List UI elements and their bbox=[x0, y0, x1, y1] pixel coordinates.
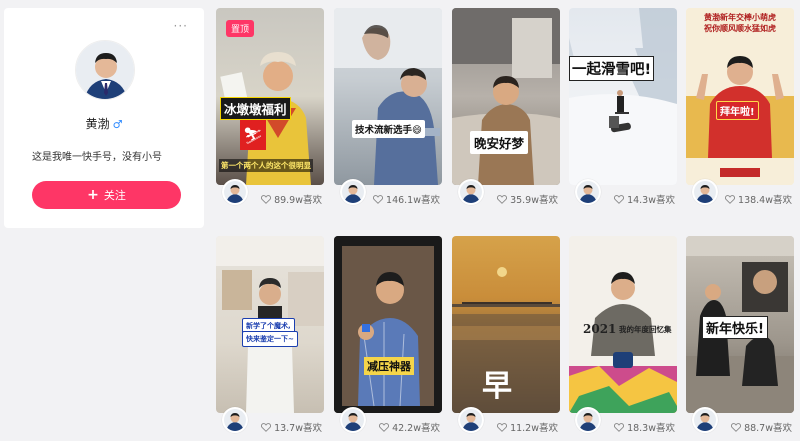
like-count-text: 88.7w喜欢 bbox=[744, 423, 792, 434]
author-avatar[interactable] bbox=[340, 179, 366, 205]
video-card[interactable]: 技术流新选手😄 146.1w喜欢 bbox=[334, 8, 442, 210]
video-overlay-text: 拜年啦! bbox=[716, 101, 759, 120]
heart-icon bbox=[373, 194, 384, 204]
video-subtitle: 我的年度回忆集 bbox=[619, 325, 672, 334]
video-card[interactable]: ⛷ 置顶 冰墩墩福利 第一个两个人的这个很明显 89.9w喜欢 bbox=[216, 8, 324, 210]
video-caption: 冰墩墩福利 bbox=[220, 97, 291, 120]
author-avatar[interactable] bbox=[458, 179, 484, 205]
like-count: 42.2w喜欢 bbox=[379, 420, 440, 434]
author-avatar[interactable] bbox=[575, 407, 601, 433]
video-caption: 晚安好梦 bbox=[470, 131, 529, 154]
video-thumbnail[interactable]: ⛷ 置顶 冰墩墩福利 第一个两个人的这个很明显 bbox=[216, 8, 324, 185]
pinned-badge: 置顶 bbox=[226, 20, 255, 37]
video-thumbnail[interactable]: 技术流新选手😄 bbox=[334, 8, 442, 185]
video-subtitle: 快来鉴定一下~ bbox=[242, 331, 298, 347]
video-footer: 138.4w喜欢 bbox=[686, 179, 794, 210]
like-count: 138.4w喜欢 bbox=[725, 192, 792, 206]
heart-icon bbox=[261, 194, 272, 204]
male-icon: ♂ bbox=[112, 118, 123, 131]
like-count: 18.3w喜欢 bbox=[614, 420, 675, 434]
like-count-text: 146.1w喜欢 bbox=[386, 195, 440, 206]
video-card[interactable]: 早 11.2w喜欢 bbox=[452, 236, 560, 438]
avatar[interactable] bbox=[75, 40, 135, 100]
video-caption: 技术流新选手😄 bbox=[352, 120, 425, 138]
author-avatar[interactable] bbox=[575, 179, 601, 205]
like-count-text: 11.2w喜欢 bbox=[510, 423, 558, 434]
video-thumbnail[interactable]: 减压神器 bbox=[334, 236, 442, 413]
plus-icon: + bbox=[87, 187, 99, 203]
video-subtitle: 第一个两个人的这个很明显 bbox=[219, 159, 313, 172]
video-footer: 146.1w喜欢 bbox=[334, 179, 442, 210]
like-count: 146.1w喜欢 bbox=[373, 192, 440, 206]
heart-icon bbox=[614, 194, 625, 204]
video-card[interactable]: 新年快乐! 88.7w喜欢 bbox=[686, 236, 794, 438]
video-caption: 一起滑雪吧! bbox=[569, 56, 655, 81]
video-thumbnail[interactable]: 一起滑雪吧! bbox=[569, 8, 677, 185]
like-count: 88.7w喜欢 bbox=[731, 420, 792, 434]
video-footer: 88.7w喜欢 bbox=[686, 407, 794, 438]
heart-icon bbox=[497, 194, 508, 204]
more-dots-icon[interactable]: ··· bbox=[174, 20, 188, 32]
video-thumbnail[interactable]: 2021 我的年度回忆集 bbox=[569, 236, 677, 413]
video-thumbnail[interactable]: 早 bbox=[452, 236, 560, 413]
video-subtitle: 祝你顺风顺水猛如虎 bbox=[704, 24, 776, 33]
follow-button[interactable]: + 关注 bbox=[32, 181, 181, 209]
heart-icon bbox=[261, 422, 272, 432]
author-avatar[interactable] bbox=[222, 407, 248, 433]
like-count-text: 35.9w喜欢 bbox=[510, 195, 558, 206]
video-thumbnail[interactable]: 黄渤新年交棒小萌虎 祝你顺风顺水猛如虎 拜年啦! bbox=[686, 8, 794, 185]
video-footer: 89.9w喜欢 bbox=[216, 179, 324, 210]
video-thumbnail[interactable]: 新学了个魔术, 快来鉴定一下~ bbox=[216, 236, 324, 413]
author-avatar[interactable] bbox=[692, 407, 718, 433]
author-avatar[interactable] bbox=[222, 179, 248, 205]
video-caption: 新年快乐! bbox=[702, 316, 768, 339]
follow-label: 关注 bbox=[103, 189, 126, 202]
video-caption: 2021 bbox=[583, 322, 617, 336]
video-caption: 黄渤新年交棒小萌虎 bbox=[704, 13, 776, 22]
like-count: 89.9w喜欢 bbox=[261, 192, 322, 206]
heart-icon bbox=[731, 422, 742, 432]
username: 黄渤 bbox=[85, 117, 110, 131]
video-footer: 18.3w喜欢 bbox=[569, 407, 677, 438]
video-thumbnail[interactable]: 晚安好梦 bbox=[452, 8, 560, 185]
video-card[interactable]: 2021 我的年度回忆集 18.3w喜欢 bbox=[569, 236, 677, 438]
bio-text: 这是我唯一快手号，没有小号 bbox=[32, 152, 162, 163]
heart-icon bbox=[379, 422, 390, 432]
video-caption: 早 bbox=[482, 369, 512, 404]
like-count-text: 42.2w喜欢 bbox=[392, 423, 440, 434]
like-count: 11.2w喜欢 bbox=[497, 420, 558, 434]
author-avatar[interactable] bbox=[340, 407, 366, 433]
profile-card: ··· 黄渤 ♂ 这是我唯一快手号，没有小号 + 关注 bbox=[4, 8, 204, 228]
video-footer: 35.9w喜欢 bbox=[452, 179, 560, 210]
video-card[interactable]: 晚安好梦 35.9w喜欢 bbox=[452, 8, 560, 210]
username-row: 黄渤 ♂ bbox=[4, 115, 204, 132]
author-avatar[interactable] bbox=[458, 407, 484, 433]
like-count-text: 138.4w喜欢 bbox=[738, 195, 792, 206]
video-footer: 14.3w喜欢 bbox=[569, 179, 677, 210]
video-card[interactable]: 黄渤新年交棒小萌虎 祝你顺风顺水猛如虎 拜年啦! 138.4w喜欢 bbox=[686, 8, 794, 210]
like-count: 14.3w喜欢 bbox=[614, 192, 675, 206]
like-count-text: 13.7w喜欢 bbox=[274, 423, 322, 434]
like-count-text: 18.3w喜欢 bbox=[627, 423, 675, 434]
video-footer: 42.2w喜欢 bbox=[334, 407, 442, 438]
svg-text:⛷: ⛷ bbox=[243, 126, 263, 145]
video-caption: 减压神器 bbox=[364, 357, 414, 375]
video-card[interactable]: 减压神器 42.2w喜欢 bbox=[334, 236, 442, 438]
video-footer: 11.2w喜欢 bbox=[452, 407, 560, 438]
like-count: 35.9w喜欢 bbox=[497, 192, 558, 206]
like-count: 13.7w喜欢 bbox=[261, 420, 322, 434]
heart-icon bbox=[614, 422, 625, 432]
video-card[interactable]: 新学了个魔术, 快来鉴定一下~ 13.7w喜欢 bbox=[216, 236, 324, 438]
heart-icon bbox=[497, 422, 508, 432]
video-card[interactable]: 一起滑雪吧! 14.3w喜欢 bbox=[569, 8, 677, 210]
heart-icon bbox=[725, 194, 736, 204]
like-count-text: 14.3w喜欢 bbox=[627, 195, 675, 206]
video-footer: 13.7w喜欢 bbox=[216, 407, 324, 438]
author-avatar[interactable] bbox=[692, 179, 718, 205]
like-count-text: 89.9w喜欢 bbox=[274, 195, 322, 206]
video-thumbnail[interactable]: 新年快乐! bbox=[686, 236, 794, 413]
